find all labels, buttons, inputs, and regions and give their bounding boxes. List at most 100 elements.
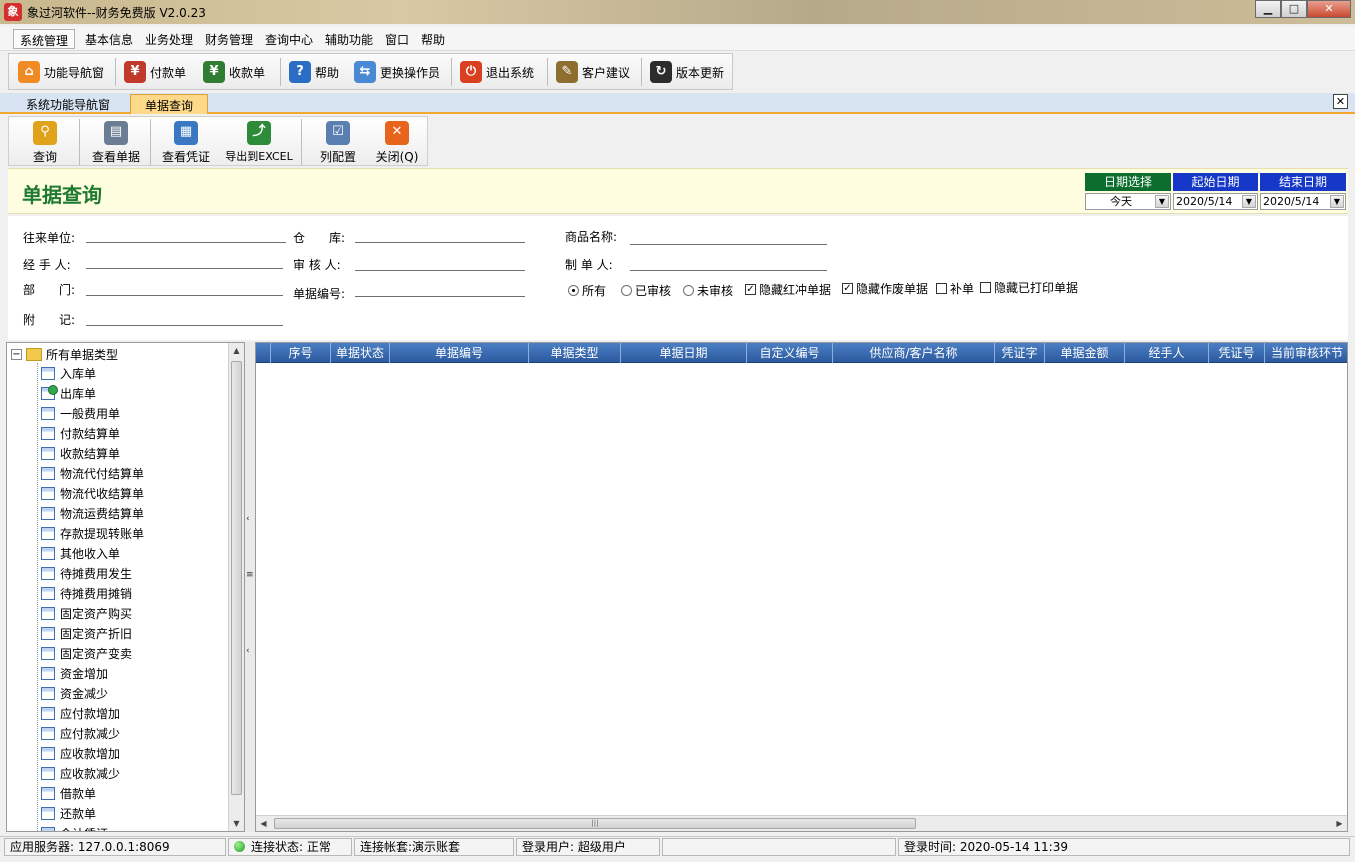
column-header[interactable]: 当前审核环节 bbox=[1265, 343, 1347, 363]
radio-all[interactable]: 所有 bbox=[568, 282, 606, 299]
tree-item[interactable]: 待摊费用摊销 bbox=[41, 584, 132, 602]
minimize-button[interactable]: ▁ bbox=[1255, 0, 1281, 18]
radio-audited[interactable]: 已审核 bbox=[621, 282, 671, 299]
dept-input[interactable] bbox=[86, 295, 283, 296]
chevron-down-icon[interactable]: ▼ bbox=[1242, 195, 1256, 208]
help-button[interactable]: ? 帮助 bbox=[284, 56, 344, 88]
column-header[interactable]: 单据类型 bbox=[529, 343, 621, 363]
view-voucher-button[interactable]: ▦ 查看凭证 bbox=[157, 119, 215, 165]
column-header[interactable]: 单据编号 bbox=[390, 343, 529, 363]
collapse-left-icon[interactable]: ‹ bbox=[246, 646, 250, 656]
panel-splitter[interactable]: ‹ ≡ ‹ bbox=[245, 342, 255, 832]
tree-item[interactable]: 应收款减少 bbox=[41, 764, 120, 782]
tree-item[interactable]: 收款结算单 bbox=[41, 444, 120, 462]
tree-item[interactable]: 物流代付结算单 bbox=[41, 464, 144, 482]
menu-system[interactable]: 系统管理 bbox=[13, 29, 76, 49]
scroll-thumb[interactable] bbox=[231, 361, 242, 795]
scroll-thumb[interactable]: ||| bbox=[274, 818, 916, 829]
tree-item[interactable]: 借款单 bbox=[41, 784, 96, 802]
switch-operator-button[interactable]: ⇆ 更换操作员 bbox=[349, 56, 445, 88]
column-header[interactable]: 序号 bbox=[271, 343, 331, 363]
tree-item[interactable]: 固定资产折旧 bbox=[41, 624, 132, 642]
tree-item[interactable]: 入库单 bbox=[41, 364, 96, 382]
close-tab-icon[interactable]: ✕ bbox=[1333, 94, 1348, 109]
tab-bill-query[interactable]: 单据查询 bbox=[130, 94, 209, 114]
tree-item[interactable]: 应付款增加 bbox=[41, 704, 120, 722]
tree-scrollbar[interactable]: ▲ ▼ bbox=[228, 343, 244, 831]
receipt-button[interactable]: ¥ 收款单 bbox=[198, 56, 270, 88]
query-button[interactable]: ⚲ 查询 bbox=[23, 119, 67, 165]
warehouse-input[interactable] bbox=[355, 242, 525, 243]
column-header-selector[interactable] bbox=[256, 343, 271, 363]
tree-item[interactable]: 存款提现转账单 bbox=[41, 524, 144, 542]
scroll-up-icon[interactable]: ▲ bbox=[229, 343, 244, 358]
tree-item[interactable]: 应收款增加 bbox=[41, 744, 120, 762]
view-bill-button[interactable]: ▤ 查看单据 bbox=[87, 119, 145, 165]
maker-input[interactable] bbox=[630, 270, 827, 271]
column-header[interactable]: 自定义编号 bbox=[747, 343, 833, 363]
hide-red-checkbox[interactable]: ✓ 隐藏红冲单据 bbox=[745, 281, 831, 298]
column-header[interactable]: 单据状态 bbox=[331, 343, 390, 363]
tree-item[interactable]: 资金减少 bbox=[41, 684, 108, 702]
column-config-button[interactable]: ☑ 列配置 bbox=[313, 119, 363, 165]
tree-item[interactable]: 固定资产购买 bbox=[41, 604, 132, 622]
end-date-picker[interactable]: 2020/5/14 ▼ bbox=[1260, 193, 1346, 210]
menu-business[interactable]: 业务处理 bbox=[139, 29, 199, 49]
menu-help[interactable]: 帮助 bbox=[415, 29, 451, 49]
maximize-button[interactable]: □ bbox=[1281, 0, 1307, 18]
tree-item[interactable]: 还款单 bbox=[41, 804, 96, 822]
supplement-checkbox[interactable]: 补单 bbox=[936, 280, 974, 297]
tree-item[interactable]: 物流运费结算单 bbox=[41, 504, 144, 522]
close-query-button[interactable]: ✕ 关闭(Q) bbox=[371, 119, 423, 165]
tree-item[interactable]: 应付款减少 bbox=[41, 724, 120, 742]
tree-item[interactable]: 待摊费用发生 bbox=[41, 564, 132, 582]
scroll-down-icon[interactable]: ▼ bbox=[229, 816, 244, 831]
menu-basic-info[interactable]: 基本信息 bbox=[79, 29, 139, 49]
column-header[interactable]: 供应商/客户名称 bbox=[833, 343, 995, 363]
partner-input[interactable] bbox=[86, 242, 286, 243]
menu-query-center[interactable]: 查询中心 bbox=[259, 29, 319, 49]
tree-root[interactable]: − 所有单据类型 bbox=[11, 346, 118, 363]
menu-finance[interactable]: 财务管理 bbox=[199, 29, 259, 49]
column-header[interactable]: 单据金额 bbox=[1045, 343, 1125, 363]
version-update-button[interactable]: ↻ 版本更新 bbox=[645, 56, 729, 88]
column-header[interactable]: 凭证号 bbox=[1209, 343, 1265, 363]
hide-void-checkbox[interactable]: ✓ 隐藏作废单据 bbox=[842, 280, 928, 297]
tree-item[interactable]: 固定资产变卖 bbox=[41, 644, 132, 662]
nav-window-button[interactable]: ⌂ 功能导航窗 bbox=[13, 56, 109, 88]
tree-item[interactable]: 出库单 bbox=[41, 384, 96, 402]
chevron-down-icon[interactable]: ▼ bbox=[1155, 195, 1169, 208]
menu-window[interactable]: 窗口 bbox=[379, 29, 415, 49]
bill-no-input[interactable] bbox=[355, 296, 525, 297]
export-excel-button[interactable]: ⤴ 导出到EXCEL bbox=[221, 119, 297, 165]
start-date-picker[interactable]: 2020/5/14 ▼ bbox=[1173, 193, 1258, 210]
column-header[interactable]: 经手人 bbox=[1125, 343, 1209, 363]
collapse-left-icon[interactable]: ‹ bbox=[246, 514, 250, 524]
tree-item[interactable]: 一般费用单 bbox=[41, 404, 120, 422]
date-mode-select[interactable]: 今天 ▼ bbox=[1085, 193, 1171, 210]
chevron-down-icon[interactable]: ▼ bbox=[1330, 195, 1344, 208]
tree-item[interactable]: 物流代收结算单 bbox=[41, 484, 144, 502]
scroll-right-icon[interactable]: ▶ bbox=[1332, 816, 1347, 831]
column-header[interactable]: 凭证字 bbox=[995, 343, 1045, 363]
tree-item[interactable]: 付款结算单 bbox=[41, 424, 120, 442]
grip-icon[interactable]: ≡ bbox=[246, 570, 254, 580]
remark-input[interactable] bbox=[86, 325, 283, 326]
menu-auxiliary[interactable]: 辅助功能 bbox=[319, 29, 379, 49]
scroll-left-icon[interactable]: ◀ bbox=[256, 816, 271, 831]
auditor-input[interactable] bbox=[355, 270, 525, 271]
tree-item[interactable]: 会计凭证 bbox=[41, 824, 108, 831]
tree-item[interactable]: 其他收入单 bbox=[41, 544, 120, 562]
product-input[interactable] bbox=[630, 244, 827, 245]
hide-printed-checkbox[interactable]: 隐藏已打印单据 bbox=[980, 279, 1078, 296]
payment-button[interactable]: ¥ 付款单 bbox=[119, 56, 191, 88]
collapse-icon[interactable]: − bbox=[11, 349, 22, 360]
column-header[interactable]: 单据日期 bbox=[621, 343, 747, 363]
suggestion-button[interactable]: ✎ 客户建议 bbox=[551, 56, 635, 88]
handler-input[interactable] bbox=[86, 268, 283, 269]
close-window-button[interactable]: ✕ bbox=[1307, 0, 1351, 18]
tree-item[interactable]: 资金增加 bbox=[41, 664, 108, 682]
grid-horizontal-scrollbar[interactable]: ◀ ||| ▶ bbox=[256, 815, 1347, 831]
tab-nav-window[interactable]: 系统功能导航窗 bbox=[12, 94, 124, 114]
exit-system-button[interactable]: ⏻ 退出系统 bbox=[455, 56, 539, 88]
